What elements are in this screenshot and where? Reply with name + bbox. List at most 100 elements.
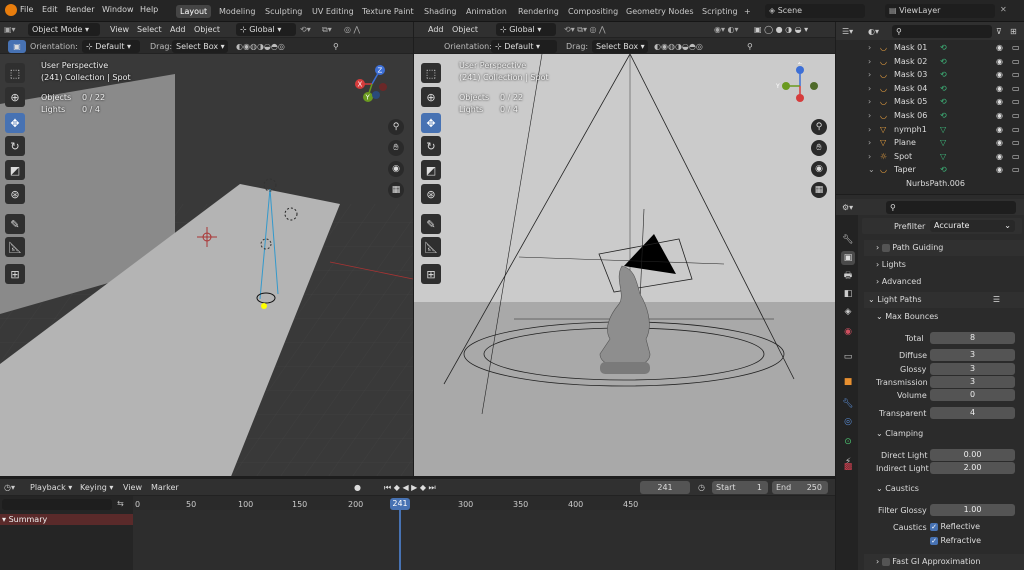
playhead-frame-indicator[interactable]: 241 xyxy=(390,498,410,510)
camera-render-icon[interactable]: ▭ xyxy=(1012,41,1020,54)
editor-type-icon[interactable]: ▣▾ xyxy=(4,23,16,36)
shading-icons[interactable]: ◐◉◍◑◒◓◎ xyxy=(236,40,285,53)
move-tool-icon-right[interactable]: ✥ xyxy=(421,113,441,133)
tab-rendering[interactable]: Rendering xyxy=(514,5,563,18)
measure-tool-icon[interactable]: 📐︎ xyxy=(5,237,25,257)
tab-modeling[interactable]: Modeling xyxy=(215,5,259,18)
eye-icon[interactable]: ◉ xyxy=(996,123,1003,136)
select-tool-icon-right[interactable]: ⬚ xyxy=(421,63,441,83)
timeline-type-icon[interactable]: ◷▾ xyxy=(4,481,15,494)
outliner-item[interactable]: › ☼ Spot ▽ ◉ ▭ xyxy=(862,150,1024,163)
eye-icon[interactable]: ◉ xyxy=(996,82,1003,95)
start-frame-field[interactable]: Start 1 xyxy=(712,481,768,494)
advanced-panel[interactable]: › Advanced xyxy=(864,274,1024,290)
path-guiding-panel[interactable]: › Path Guiding xyxy=(864,240,1024,256)
navigation-gizmo[interactable]: Z X Y xyxy=(350,62,394,106)
camera-render-icon[interactable]: ▭ xyxy=(1012,82,1020,95)
pan-hand-icon[interactable]: ✋︎ xyxy=(388,140,404,156)
tab-scripting[interactable]: Scripting xyxy=(698,5,742,18)
zoom-icon-right[interactable]: ⚲ xyxy=(811,119,827,135)
right-viewport[interactable]: ⬚ ⊕ ✥ ↻ ◩ ⊛ ✎ 📐︎ ⊞ User Perspective (241… xyxy=(414,54,835,476)
outliner-item[interactable]: › ▽ nymph1 ▽ ◉ ▭ xyxy=(862,123,1024,136)
add-workspace-button[interactable]: + xyxy=(740,5,755,18)
camera-view-icon[interactable]: ◉ xyxy=(388,161,404,177)
outliner-type-icon[interactable]: ☰▾ xyxy=(842,25,853,38)
pivot-icon[interactable]: ⟲▾ xyxy=(300,23,311,36)
tool-tab-icon[interactable]: 🔧︎ xyxy=(841,233,855,247)
camera-render-icon[interactable]: ▭ xyxy=(1012,123,1020,136)
world-tab-icon[interactable]: ◉ xyxy=(841,325,855,339)
scene-selector[interactable]: ◈ Scene xyxy=(765,4,865,18)
expand-icon[interactable]: › xyxy=(868,109,871,122)
filter-icon[interactable]: ⊽ xyxy=(996,25,1002,38)
annotate-tool-icon-right[interactable]: ✎ xyxy=(421,214,441,234)
search-icon-right[interactable]: ⚲ xyxy=(747,40,753,53)
tab-texture-paint[interactable]: Texture Paint xyxy=(358,5,418,18)
drag-dropdown-right[interactable]: Select Box ▾ xyxy=(592,40,648,53)
eye-icon[interactable]: ◉ xyxy=(996,95,1003,108)
scale-tool-icon-right[interactable]: ◩ xyxy=(421,160,441,180)
select-tool-icon[interactable]: ⬚ xyxy=(5,63,25,83)
outliner-item[interactable]: › ◡ Mask 06 ⟲ ◉ ▭ xyxy=(862,109,1024,122)
add-cube-tool-icon[interactable]: ⊞ xyxy=(5,264,25,284)
eye-icon[interactable]: ◉ xyxy=(996,136,1003,149)
shading-icons-right[interactable]: ◐◉◍◑◒◓◎ xyxy=(654,40,703,53)
diffuse-field[interactable]: 3 xyxy=(930,349,1015,361)
menu-file[interactable]: File xyxy=(20,5,33,14)
new-collection-icon[interactable]: ⊞ xyxy=(1010,25,1017,38)
total-field[interactable]: 8 xyxy=(930,332,1015,344)
snap-icons-right[interactable]: ⟲▾ ⧉▾ ◎ ⋀ xyxy=(564,23,606,36)
glossy-field[interactable]: 3 xyxy=(930,363,1015,375)
camera-view-icon-right[interactable]: ◉ xyxy=(811,161,827,177)
cursor-tool-icon[interactable]: ⊕ xyxy=(5,87,25,107)
menu-add-right[interactable]: Add xyxy=(428,23,444,36)
perspective-grid-icon[interactable]: ▦ xyxy=(388,182,404,198)
menu-object[interactable]: Object xyxy=(194,23,220,36)
zoom-icon[interactable]: ⚲ xyxy=(388,119,404,135)
expand-icon[interactable]: › xyxy=(868,68,871,81)
list-icon[interactable]: ☰ xyxy=(993,292,1000,308)
menu-window[interactable]: Window xyxy=(102,5,134,14)
close-view-layer-icon[interactable]: ✕ xyxy=(1000,5,1007,14)
camera-render-icon[interactable]: ▭ xyxy=(1012,136,1020,149)
menu-view[interactable]: View xyxy=(110,23,129,36)
modifier-tab-icon[interactable]: 🔧︎ xyxy=(841,397,855,411)
reflective-checkbox[interactable]: ✓ Reflective xyxy=(930,522,980,531)
playback-controls[interactable]: ⏮ ◆ ◀ ▶ ◆ ⏭ xyxy=(384,481,436,494)
expand-icon[interactable]: › xyxy=(868,82,871,95)
outliner-item[interactable]: ⌄ ◡ Taper ⟲ ◉ ▭ xyxy=(862,163,1024,176)
tab-sculpting[interactable]: Sculpting xyxy=(261,5,306,18)
rotate-tool-icon[interactable]: ↻ xyxy=(5,136,25,156)
end-frame-field[interactable]: End 250 xyxy=(772,481,828,494)
expand-icon[interactable]: › xyxy=(868,136,871,149)
menu-edit[interactable]: Edit xyxy=(42,5,58,14)
view-layer-tab-icon[interactable]: ◧ xyxy=(841,287,855,301)
max-bounces-panel[interactable]: ⌄ Max Bounces xyxy=(864,309,1024,325)
camera-render-icon[interactable]: ▭ xyxy=(1012,68,1020,81)
camera-render-icon[interactable]: ▭ xyxy=(1012,95,1020,108)
menu-marker[interactable]: Marker xyxy=(151,481,179,494)
menu-render[interactable]: Render xyxy=(66,5,94,14)
eye-icon[interactable]: ◉ xyxy=(996,41,1003,54)
indirect-light-field[interactable]: 2.00 xyxy=(930,462,1015,474)
cursor-tool-icon-right[interactable]: ⊕ xyxy=(421,87,441,107)
menu-select[interactable]: Select xyxy=(137,23,162,36)
properties-search[interactable]: ⚲ xyxy=(886,201,1016,214)
physics-tab-icon[interactable]: ◎ xyxy=(841,415,855,429)
camera-render-icon[interactable]: ▭ xyxy=(1012,150,1020,163)
menu-add[interactable]: Add xyxy=(170,23,186,36)
swap-icon[interactable]: ⇆ xyxy=(117,499,124,508)
camera-render-icon[interactable]: ▭ xyxy=(1012,55,1020,68)
camera-render-icon[interactable]: ▭ xyxy=(1012,109,1020,122)
outliner-item[interactable]: › ◡ Mask 03 ⟲ ◉ ▭ xyxy=(862,68,1024,81)
tab-layout[interactable]: Layout xyxy=(176,5,212,18)
mode-dropdown[interactable]: Object Mode ▾ xyxy=(28,23,100,36)
light-paths-panel[interactable]: ⌄ Light Paths ☰ xyxy=(864,292,1024,308)
pan-hand-icon-right[interactable]: ✋︎ xyxy=(811,140,827,156)
texture-tab-icon[interactable]: ▩ xyxy=(841,460,855,474)
volume-field[interactable]: 0 xyxy=(930,389,1015,401)
display-mode-icon[interactable]: ◐▾ xyxy=(868,25,879,38)
menu-playback[interactable]: Playback ▾ xyxy=(30,481,72,494)
record-icon[interactable]: ● xyxy=(354,481,361,494)
summary-channel[interactable]: ▾ Summary xyxy=(0,514,133,525)
